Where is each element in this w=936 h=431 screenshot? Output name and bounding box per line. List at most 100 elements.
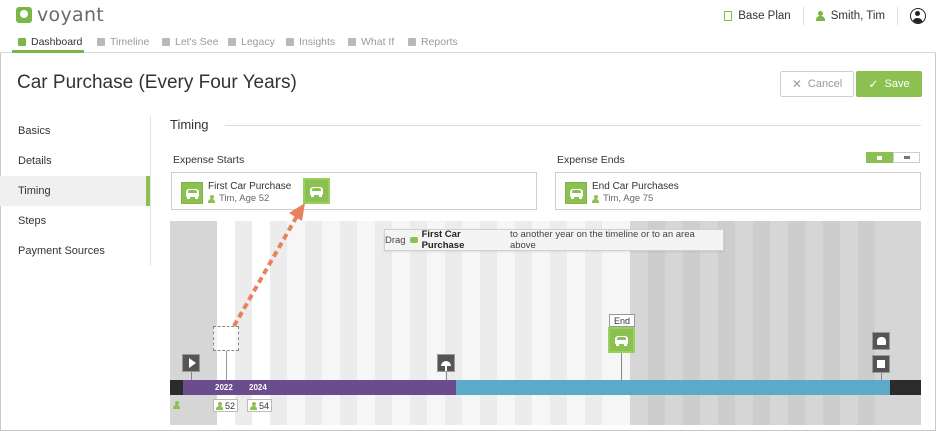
car-icon [565,182,587,204]
person-icon [592,194,599,203]
nav-label: What If [361,36,395,48]
sidebar-item-steps[interactable]: Steps [0,206,150,236]
view-toggle [866,152,920,163]
nav-legacy[interactable]: Legacy [228,31,275,53]
expense-ends-dropzone[interactable]: End Car Purchases Tim, Age 75 [555,172,921,210]
lightbulb-icon [286,38,294,46]
sidebar-item-label: Payment Sources [18,245,105,257]
car-icon [310,187,323,197]
timeline-bar-post [890,380,921,395]
car-icon [615,336,628,346]
plan-label: Base Plan [738,10,791,22]
age-value: 54 [259,400,270,411]
sidebar-item-payment-sources[interactable]: Payment Sources [0,236,150,266]
cancel-button[interactable]: ✕ Cancel [780,71,854,97]
tooltip-prefix: Drag [385,234,406,246]
play-icon [188,358,196,368]
end-event-who-text: Tim, Age 75 [603,193,654,204]
end-car-marker[interactable] [608,327,635,353]
nav-timeline[interactable]: Timeline [97,31,149,53]
nav-reports[interactable]: Reports [408,31,458,53]
year-label: 2022 [215,383,233,392]
logo-text: voyant [37,4,105,26]
sidebar-item-details[interactable]: Details [0,146,150,176]
expense-ends-label: Expense Ends [557,154,625,166]
umbrella-icon [441,360,451,371]
page-title: Car Purchase (Every Four Years) [17,72,297,93]
person-icon [216,401,223,410]
car-icon [409,237,418,243]
hourglass-icon [97,38,105,46]
nav-label: Let's See [175,36,219,48]
sidebar-item-timing[interactable]: Timing [0,176,150,206]
end-event-who: Tim, Age 75 [592,193,653,204]
home-icon [877,155,882,160]
cancel-label: Cancel [807,78,843,90]
stop-marker[interactable] [872,355,890,373]
timeline-bar-pre [170,380,183,395]
base-plan-link[interactable]: Base Plan [712,7,802,25]
dashboard-icon [18,38,26,46]
legacy-icon [228,38,236,46]
ghost-stem [226,351,227,380]
expense-starts-label: Expense Starts [173,154,245,166]
sidebar-item-label: Steps [18,215,47,227]
nav-active-indicator [12,50,84,53]
nav-what-if[interactable]: What If [348,31,394,53]
stop-icon [877,360,885,368]
save-button[interactable]: ✓ Save [856,71,922,97]
list-icon [903,156,910,159]
sidebar-item-label: Basics [18,125,51,137]
sidebar-divider [150,116,151,266]
document-icon [724,11,733,21]
person-icon [208,194,215,203]
end-label: End [609,314,635,327]
check-icon: ✓ [868,77,879,91]
profile-button[interactable] [898,7,926,25]
nav-insights[interactable]: Insights [286,31,335,53]
marker-stem [881,373,882,380]
nav-label: Legacy [241,36,275,48]
start-event-title: First Car Purchase [208,181,292,192]
nav-label: Reports [421,36,458,48]
list-view-button[interactable] [893,152,920,163]
expense-starts-dropzone[interactable]: First Car Purchase Tim, Age 52 [171,172,537,210]
start-event-who-text: Tim, Age 52 [219,193,270,204]
person-icon [815,11,825,21]
marker-stem [191,372,192,380]
voyant-logo-icon [16,7,32,23]
drag-ghost-placeholder [213,326,239,351]
alert-marker[interactable] [872,332,890,350]
what-if-icon [348,38,356,46]
user-menu[interactable]: Smith, Tim [804,7,897,25]
timeline-bar-retirement [456,380,890,395]
main-nav: Dashboard Timeline Let's See Legacy Insi… [0,31,936,53]
age-chip: 54 [247,399,273,412]
sidebar-item-label: Details [18,155,52,167]
marker-stem [446,372,447,380]
sidebar-item-label: Timing [18,185,51,197]
retirement-marker[interactable] [437,354,455,372]
header-actions: Base Plan Smith, Tim [712,7,926,25]
year-label: 2024 [249,383,267,392]
nav-label: Timeline [110,36,150,48]
car-icon [181,182,203,204]
nav-label: Insights [299,36,336,48]
bell-icon [876,337,886,345]
drag-hint-tooltip: Drag First Car Purchase to another year … [384,229,724,251]
start-marker[interactable] [182,354,200,372]
user-name: Smith, Tim [830,10,885,22]
dragged-car-tile[interactable] [303,178,330,204]
logo[interactable]: voyant [16,4,105,26]
sidebar-item-basics[interactable]: Basics [0,116,150,146]
section-divider [225,125,921,126]
person-icon [173,401,180,409]
timeline-view-button[interactable] [866,152,893,163]
start-event-who: Tim, Age 52 [208,193,269,204]
top-header: voyant Base Plan Smith, Tim [0,0,936,31]
person-icon [250,401,257,410]
tooltip-suffix: to another year on the timeline or to an… [509,229,695,251]
bar-chart-icon [162,38,170,46]
nav-lets-see[interactable]: Let's See [162,31,218,53]
tooltip-event-name: First Car Purchase [421,229,465,251]
